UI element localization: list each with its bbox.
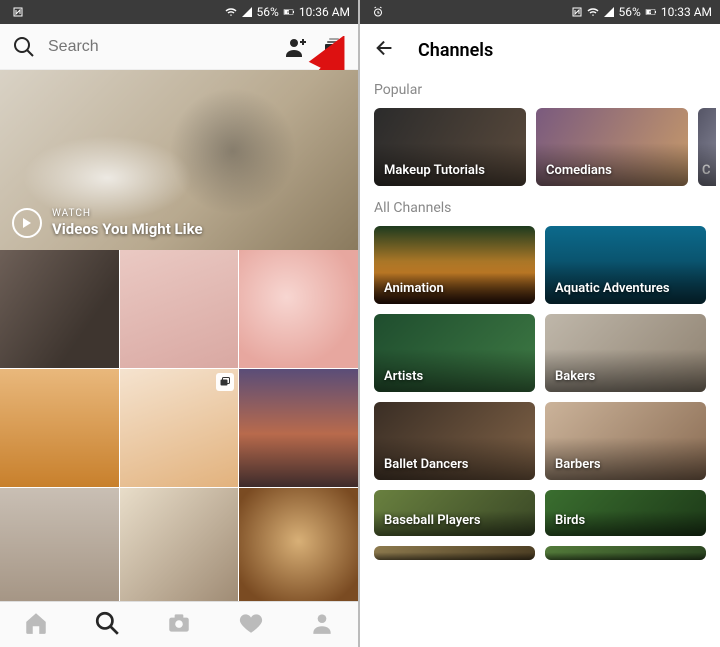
wifi-icon <box>587 6 599 18</box>
play-icon <box>12 208 42 238</box>
channel-card[interactable]: Artists <box>374 314 535 392</box>
alarm-icon <box>372 6 384 18</box>
page-title: Channels <box>418 40 493 61</box>
channels-header: Channels <box>360 24 720 76</box>
grid-tile[interactable] <box>120 369 239 487</box>
discover-people-icon[interactable] <box>282 33 310 61</box>
explore-screen: 56% 10:36 AM WATCH Videos <box>0 0 360 647</box>
wifi-icon <box>225 6 237 18</box>
section-all-label: All Channels <box>360 194 720 226</box>
multi-post-icon <box>216 373 234 391</box>
cell-signal-icon <box>603 6 615 18</box>
status-bar-right: 56% 10:33 AM <box>360 0 720 24</box>
search-appbar <box>0 24 358 70</box>
search-input[interactable] <box>48 38 272 56</box>
status-time: 10:36 AM <box>299 5 350 19</box>
grid-tile[interactable] <box>0 369 119 487</box>
battery-percent: 56% <box>257 5 279 19</box>
grid-tile[interactable] <box>239 250 358 368</box>
bottom-nav <box>0 601 358 647</box>
nav-profile-icon[interactable] <box>309 610 335 640</box>
explore-grid <box>0 250 358 601</box>
channel-card-peek[interactable]: C <box>698 108 716 186</box>
nfc-icon <box>12 6 24 18</box>
nav-camera-icon[interactable] <box>166 610 192 640</box>
channel-card[interactable]: Bakers <box>545 314 706 392</box>
watch-hero[interactable]: WATCH Videos You Might Like <box>0 70 358 250</box>
nfc-icon <box>571 6 583 18</box>
all-channels-grid[interactable]: Animation Aquatic Adventures Artists Bak… <box>360 226 720 574</box>
channel-card[interactable] <box>545 546 706 560</box>
nav-activity-icon[interactable] <box>238 610 264 640</box>
grid-tile[interactable] <box>120 488 239 601</box>
channel-card[interactable]: Ballet Dancers <box>374 402 535 480</box>
channel-card[interactable]: Aquatic Adventures <box>545 226 706 304</box>
channel-card[interactable]: Comedians <box>536 108 688 186</box>
grid-tile[interactable] <box>0 250 119 368</box>
hero-title: Videos You Might Like <box>52 220 203 238</box>
battery-charging-icon <box>283 6 295 18</box>
grid-tile[interactable] <box>239 369 358 487</box>
channel-card[interactable]: Birds <box>545 490 706 536</box>
status-bar-left: 56% 10:36 AM <box>0 0 358 24</box>
hero-kicker: WATCH <box>52 208 203 219</box>
grid-tile[interactable] <box>120 250 239 368</box>
channel-card[interactable]: Animation <box>374 226 535 304</box>
back-icon[interactable] <box>374 37 396 63</box>
channels-screen: 56% 10:33 AM Channels Popular Makeup Tut… <box>360 0 720 647</box>
channel-card[interactable]: Barbers <box>545 402 706 480</box>
battery-percent: 56% <box>619 5 641 19</box>
channel-card[interactable] <box>374 546 535 560</box>
battery-charging-icon <box>645 6 657 18</box>
channels-icon[interactable] <box>320 33 348 61</box>
cell-signal-icon <box>241 6 253 18</box>
search-icon[interactable] <box>10 33 38 61</box>
nav-home-icon[interactable] <box>23 610 49 640</box>
popular-row[interactable]: Makeup Tutorials Comedians C <box>360 108 720 194</box>
nav-search-icon[interactable] <box>94 610 120 640</box>
grid-tile[interactable] <box>239 488 358 601</box>
status-time: 10:33 AM <box>661 5 712 19</box>
section-popular-label: Popular <box>360 76 720 108</box>
channel-card[interactable]: Makeup Tutorials <box>374 108 526 186</box>
grid-tile[interactable] <box>0 488 119 601</box>
channel-card[interactable]: Baseball Players <box>374 490 535 536</box>
